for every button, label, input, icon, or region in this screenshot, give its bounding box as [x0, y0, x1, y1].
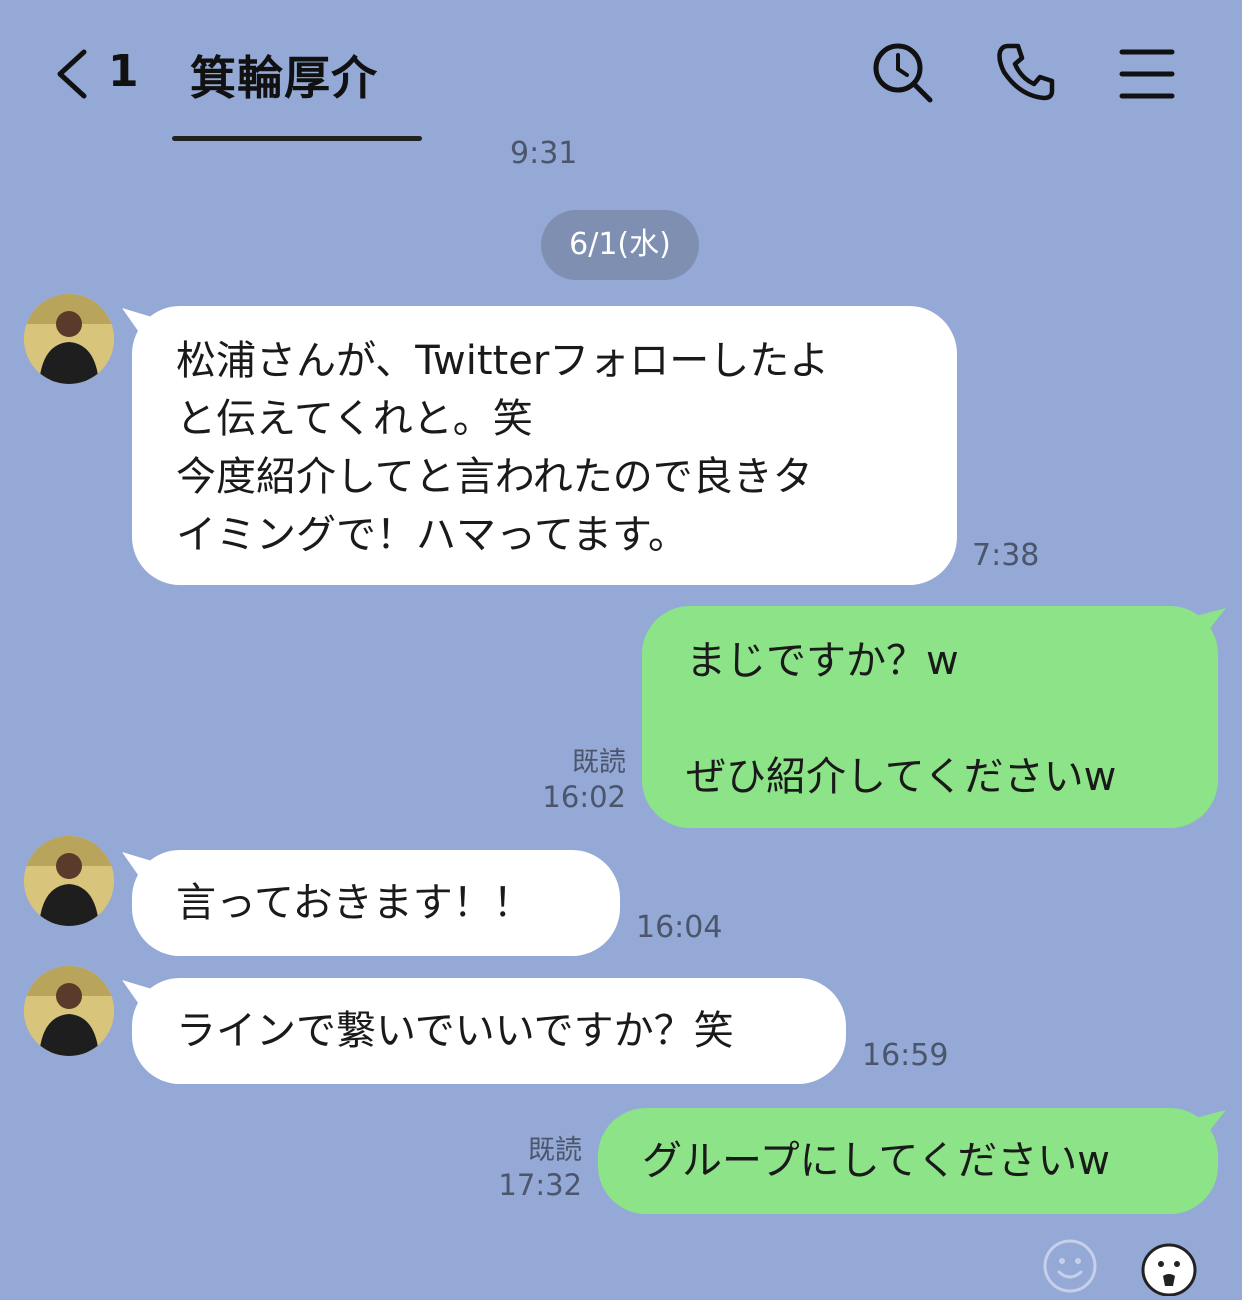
message-bubble-incoming[interactable]: 言っておきます！！ — [132, 850, 620, 956]
avatar[interactable] — [24, 294, 114, 384]
date-divider: 6/1(水) — [541, 210, 699, 280]
title-underline — [172, 136, 422, 141]
message-bubble-outgoing[interactable]: まじですか？w ぜひ紹介してくださいw — [642, 606, 1218, 828]
message-meta: 既読 16:02 — [540, 746, 626, 814]
phone-icon[interactable] — [994, 40, 1058, 104]
message-bubble-incoming[interactable]: ラインで繋いでいいですか？笑 — [132, 978, 846, 1084]
message-time: 16:59 — [862, 1038, 949, 1073]
message-time: 17:32 — [498, 1168, 582, 1202]
avatar[interactable] — [24, 836, 114, 926]
chat-title: 箕輪厚介 — [190, 51, 378, 105]
search-icon[interactable] — [870, 40, 934, 104]
message-time: 9:31 — [510, 136, 578, 171]
menu-icon[interactable] — [1116, 40, 1180, 104]
sticker-icon[interactable] — [1140, 1240, 1198, 1297]
message-time: 16:04 — [636, 910, 723, 945]
message-time: 16:02 — [542, 780, 626, 814]
smiley-icon[interactable] — [1042, 1238, 1098, 1294]
message-bubble-incoming[interactable]: 松浦さんが、Twitterフォローしたよ と伝えてくれと。笑 今度紹介してと言わ… — [132, 306, 957, 585]
read-receipt: 既読 — [528, 1135, 582, 1166]
message-time: 7:38 — [972, 538, 1040, 573]
avatar[interactable] — [24, 966, 114, 1056]
back-icon[interactable] — [50, 48, 100, 100]
message-meta: 既読 17:32 — [496, 1134, 582, 1202]
message-bubble-outgoing[interactable]: グループにしてくださいw — [598, 1108, 1218, 1214]
unread-count[interactable]: 1 — [108, 46, 139, 97]
read-receipt: 既読 — [572, 747, 626, 778]
